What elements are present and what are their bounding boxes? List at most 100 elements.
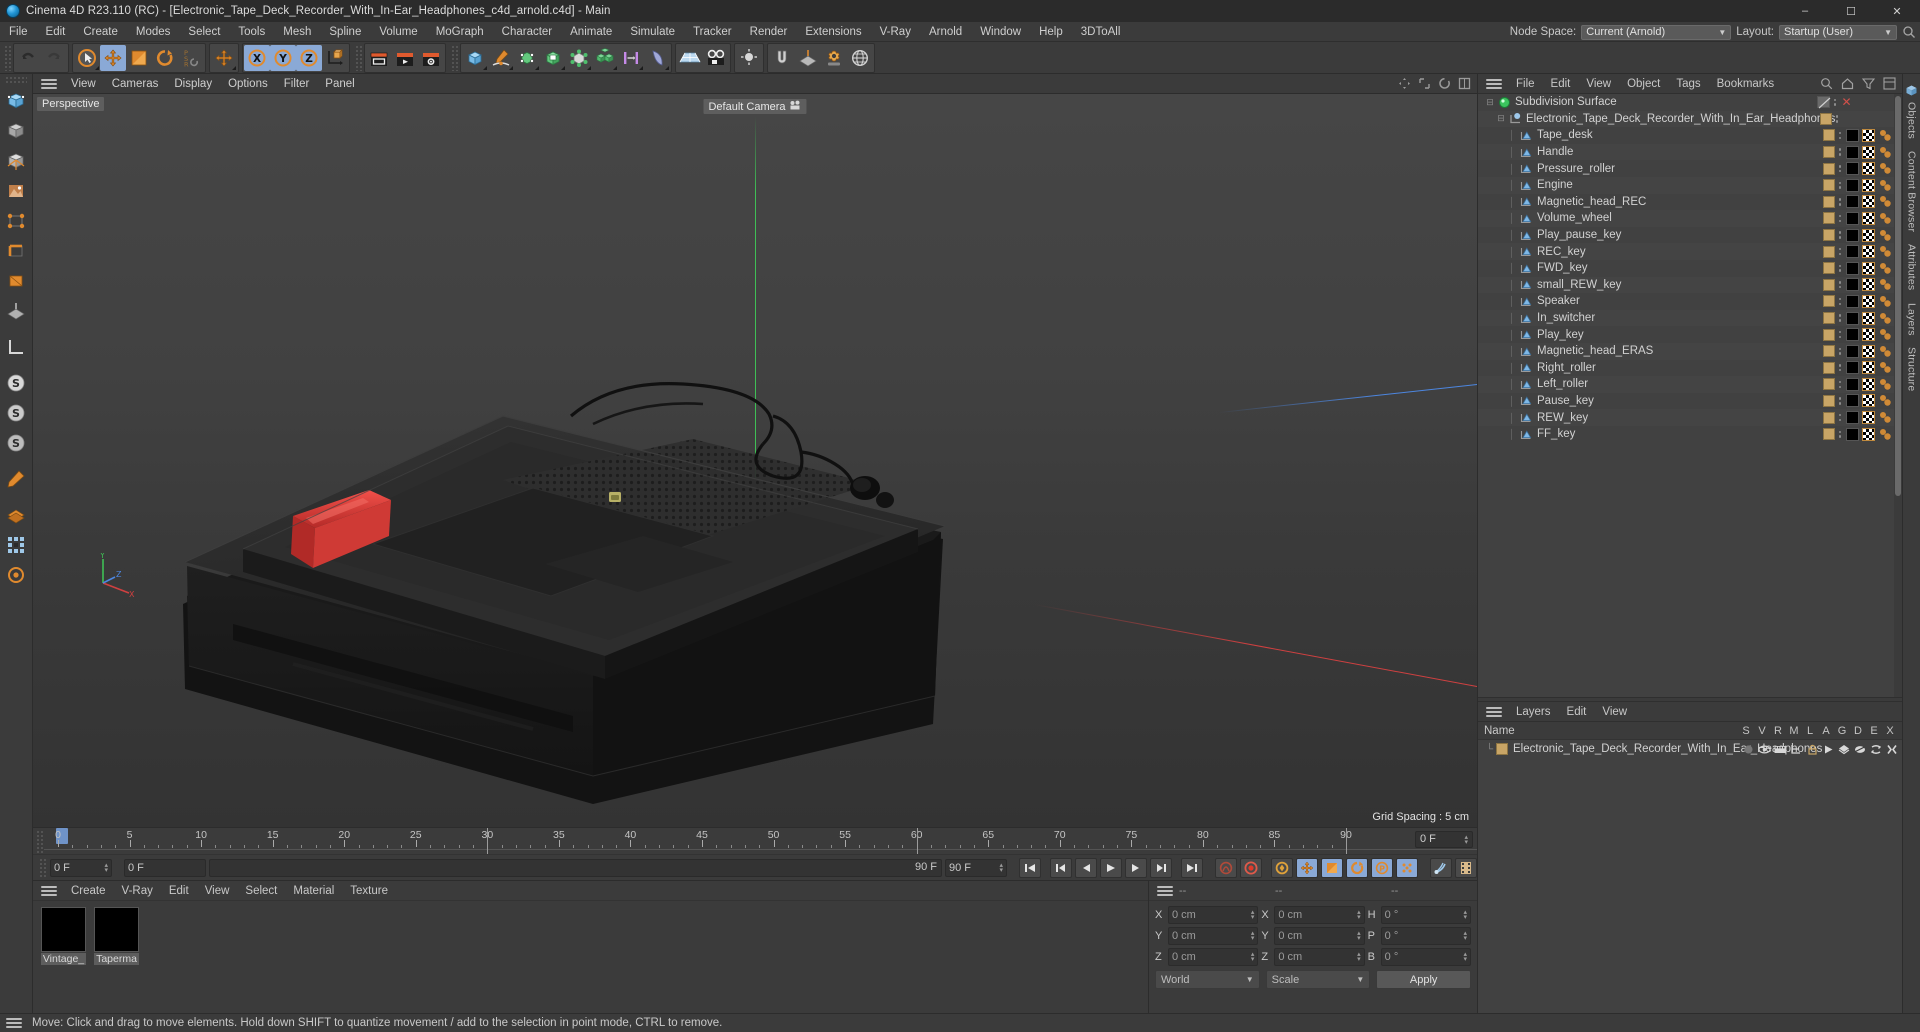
texture-tag-icon[interactable] [1862,344,1875,358]
menu-mograph[interactable]: MoGraph [427,22,493,42]
snap-button[interactable] [769,45,795,71]
spinner-icon[interactable]: ▴ ▾ [1251,951,1255,963]
left-toolbar-grip[interactable] [5,76,27,83]
visibility-dots-icon[interactable] [1837,295,1843,307]
play-button[interactable] [1100,857,1122,878]
arnold-tag-icon[interactable] [1878,361,1892,374]
visibility-dots-icon[interactable] [1837,246,1843,258]
soft-selection-s2-button[interactable]: S [2,398,31,427]
viewport-menu-view[interactable]: View [63,74,104,94]
objects-tab-icon[interactable] [1905,78,1919,96]
object-row[interactable]: ⊟ Electronic_Tape_Deck_Recorder_With_In_E… [1478,110,1902,128]
object-row[interactable]: │ small_REW_key [1478,276,1902,294]
viewport-solo-button[interactable] [2,464,31,493]
material-tag-icon[interactable] [1846,427,1859,441]
spinner-icon[interactable]: ▴ ▾ [1357,909,1361,921]
material-tag-icon[interactable] [1846,228,1859,242]
close-button[interactable]: ✕ [1874,0,1920,22]
arnold-tag-icon[interactable] [1878,212,1892,225]
arnold-tag-icon[interactable] [1878,378,1892,391]
status-menu-icon[interactable] [6,1016,22,1030]
spinner-icon[interactable]: ▴ ▾ [1251,930,1255,942]
expand-collapse-icon[interactable]: ⊟ [1495,113,1507,124]
object-row[interactable]: │ Right_roller [1478,360,1902,377]
solo-toggle-icon[interactable] [1740,744,1756,755]
toolbar-grip-2[interactable] [355,44,362,71]
object-row[interactable]: │ REC_key [1478,243,1902,260]
material-item[interactable]: Vintage_ [41,907,86,1013]
visibility-dots-icon[interactable] [1837,129,1843,141]
x-axis-button[interactable]: X [244,44,270,71]
layers-column-g[interactable]: G [1834,725,1850,737]
tab-layers[interactable]: Layers [1905,297,1919,342]
filter-icon[interactable] [1861,77,1876,90]
position-x-field[interactable]: 0 cm ▴ ▾ [1168,906,1259,924]
menu-simulate[interactable]: Simulate [621,22,684,42]
deformer-toggle-icon[interactable] [1852,744,1868,755]
go-to-start-button[interactable] [1019,857,1041,878]
arnold-tag-icon[interactable] [1878,278,1892,291]
visibility-dots-icon[interactable] [1834,113,1840,125]
material-tag-icon[interactable] [1846,195,1859,209]
material-menu-view[interactable]: View [197,881,238,901]
material-tag-icon[interactable] [1846,178,1859,192]
layers-list[interactable]: └ Electronic_Tape_Deck_Recorder_With_In_… [1478,740,1902,1013]
layer-color-swatch[interactable] [1496,743,1508,756]
point-mode-button[interactable] [2,206,31,235]
texture-tag-icon[interactable] [1862,245,1875,259]
spinner-icon[interactable]: ▴ ▾ [1464,834,1468,846]
position-z-field[interactable]: 0 cm ▴ ▾ [1168,948,1259,966]
visibility-dots-icon[interactable] [1837,179,1843,191]
menu-create[interactable]: Create [74,22,127,42]
layer-tag-icon[interactable] [1823,411,1835,424]
go-forward-one-frame-button[interactable] [1125,857,1147,878]
layout-dropdown[interactable]: Startup (User) ▼ [1779,24,1897,40]
material-tag-icon[interactable] [1846,162,1859,176]
visibility-dots-icon[interactable] [1837,412,1843,424]
globe-button[interactable] [847,45,873,71]
arnold-tag-icon[interactable] [1878,312,1892,325]
settings-button[interactable] [821,45,847,71]
arnold-tag-icon[interactable] [1878,179,1892,192]
material-tag-icon[interactable] [1846,328,1859,342]
texture-tag-icon[interactable] [1862,328,1875,342]
edge-mode-button[interactable] [2,236,31,265]
material-menu-edit[interactable]: Edit [161,881,197,901]
material-menu-material[interactable]: Material [285,881,342,901]
viewport-menu-display[interactable]: Display [166,74,220,94]
menu-volume[interactable]: Volume [370,22,426,42]
expression-toggle-icon[interactable] [1868,744,1884,755]
texture-tag-icon[interactable] [1862,278,1875,292]
z-axis-button[interactable]: Z [296,44,322,71]
material-menu-vray[interactable]: V-Ray [114,881,161,901]
arnold-tag-icon[interactable] [1878,245,1892,258]
object-row[interactable]: │ Left_roller [1478,376,1902,393]
texture-mode-button[interactable] [2,176,31,205]
scale-key-button[interactable] [1321,857,1343,878]
texture-tag-icon[interactable] [1862,261,1875,275]
object-row[interactable]: │ Play_pause_key [1478,227,1902,244]
layers-column-v[interactable]: V [1754,725,1770,737]
y-axis-button[interactable]: Y [270,44,296,71]
add-cube-button[interactable] [462,45,488,71]
arnold-tag-icon[interactable] [1878,295,1892,308]
timeline-frame-field[interactable]: 0 F ▴ ▾ [1415,831,1473,848]
material-tag-icon[interactable] [1846,311,1859,325]
select-tool-button[interactable] [74,45,100,71]
tab-structure[interactable]: Structure [1905,341,1919,397]
object-row[interactable]: │ Magnetic_head_REC [1478,194,1902,211]
world-coordinates-button[interactable] [322,45,348,71]
timeline-track[interactable]: 051015202530354045505560657075808590 [44,828,1477,854]
layer-tag-icon[interactable] [1823,195,1835,208]
visibility-dots-icon[interactable] [1837,395,1843,407]
material-preview-swatch[interactable] [94,907,139,952]
layer-row[interactable]: └ Electronic_Tape_Deck_Recorder_With_In_… [1478,740,1902,758]
search-icon[interactable] [1902,25,1916,39]
spinner-icon[interactable]: ▴ ▾ [104,862,108,874]
mograph-button[interactable] [592,45,618,71]
layer-tag-icon[interactable] [1823,278,1835,291]
position-y-field[interactable]: 0 cm ▴ ▾ [1168,927,1259,945]
visibility-dots-icon[interactable] [1837,345,1843,357]
zoom-view-icon[interactable] [1418,77,1431,90]
menu-spline[interactable]: Spline [320,22,370,42]
